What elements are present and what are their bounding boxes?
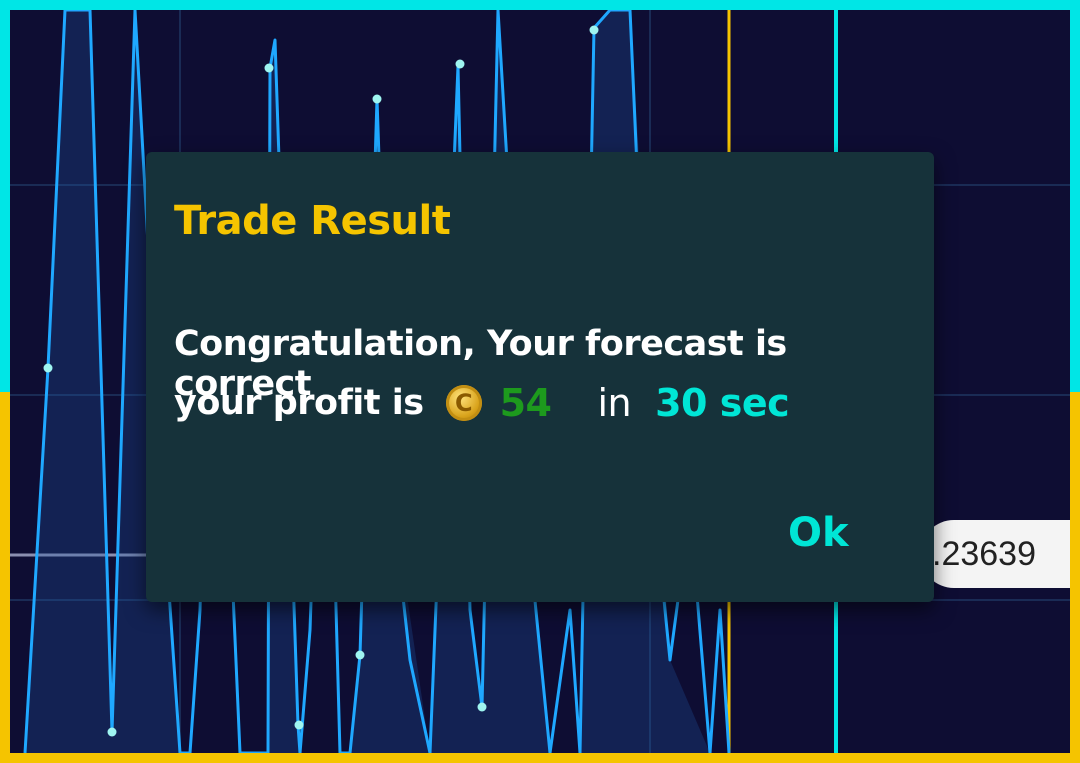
dialog-title: Trade Result	[174, 198, 451, 244]
chart-point	[372, 94, 382, 104]
coin-icon: C	[445, 385, 482, 421]
chart-point	[43, 363, 53, 373]
current-price-value: .23639	[932, 535, 1036, 573]
profit-amount: 54	[499, 381, 552, 425]
result-message-line2: your profit is C 54 in 30 sec	[174, 378, 790, 428]
chart-point	[477, 702, 487, 712]
chart-point	[455, 59, 465, 69]
trade-duration: 30 sec	[655, 381, 790, 425]
ok-button[interactable]: Ok	[788, 510, 849, 556]
in-text: in	[597, 381, 632, 425]
chart-point	[294, 720, 304, 730]
chart-point	[355, 650, 365, 660]
current-price-tag: .23639	[920, 520, 1070, 588]
profit-prefix-text: your profit is	[174, 383, 424, 423]
chart-point	[589, 25, 599, 35]
chart-point	[107, 727, 117, 737]
chart-point	[264, 63, 274, 73]
trade-result-dialog: Trade Result Congratulation, Your foreca…	[146, 152, 934, 602]
